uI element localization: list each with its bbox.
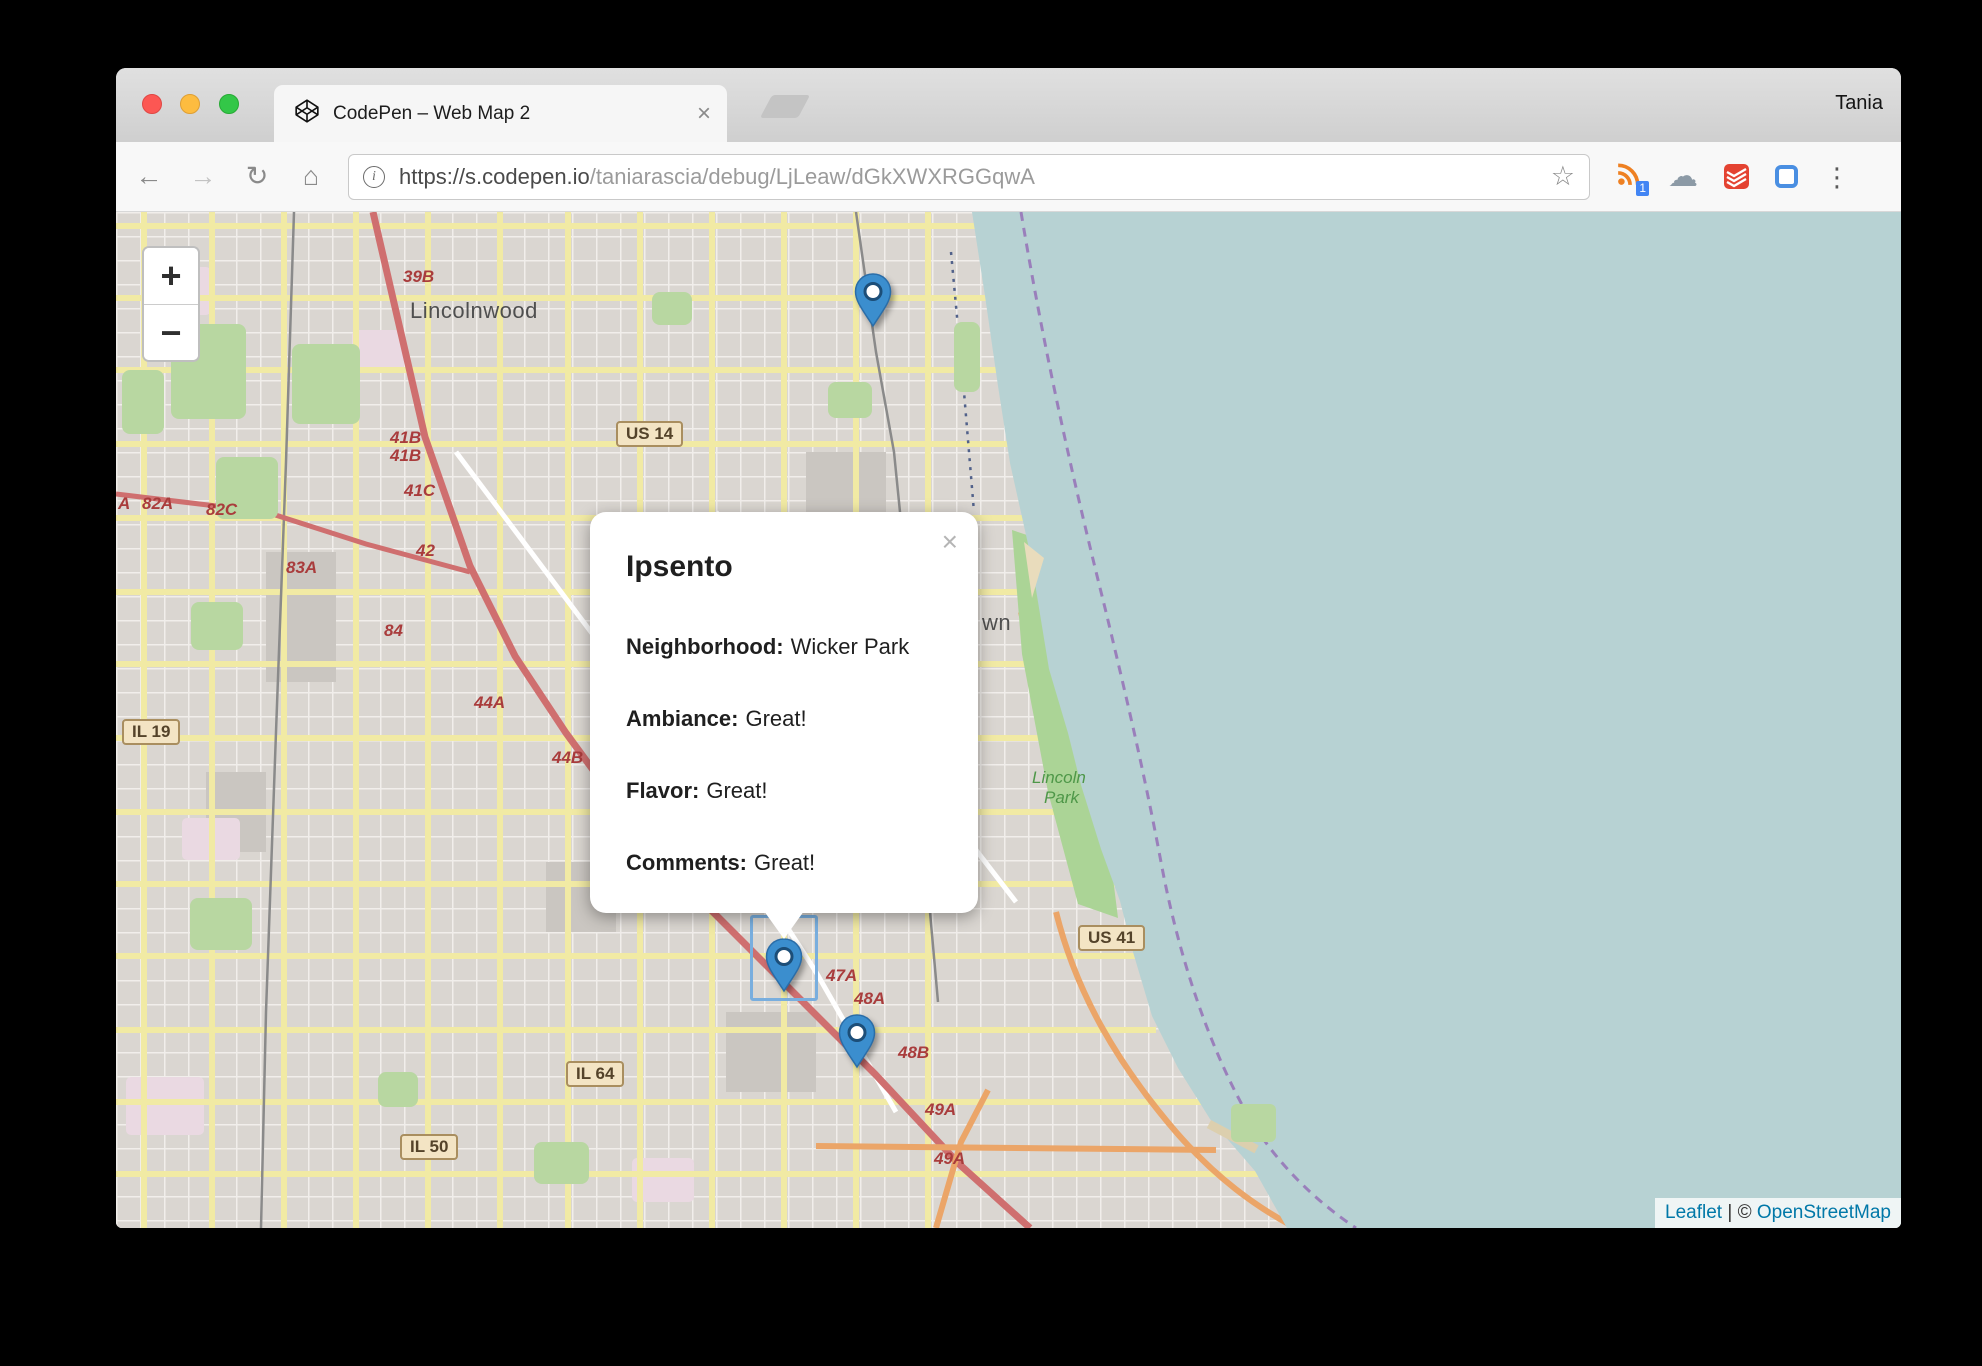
- exit-label: A: [118, 494, 130, 514]
- route-shield-us14: US 14: [616, 421, 683, 447]
- route-shield-il19: IL 19: [122, 719, 180, 745]
- tab-title: CodePen – Web Map 2: [333, 103, 697, 125]
- extension-badge: 1: [1636, 181, 1649, 196]
- exit-label: 47A: [826, 966, 857, 986]
- exit-label: 82A: [142, 494, 173, 514]
- exit-label: 49A: [925, 1100, 956, 1120]
- traffic-light-minimize[interactable]: [180, 94, 200, 114]
- field-label: Ambiance:: [626, 706, 738, 731]
- route-shield-il64: IL 64: [566, 1061, 624, 1087]
- field-label: Comments:: [626, 850, 747, 875]
- exit-label: 41B: [390, 446, 421, 466]
- exit-label: 44B: [552, 748, 583, 768]
- exit-label: 41C: [404, 481, 435, 501]
- page-info-icon[interactable]: i: [363, 166, 385, 188]
- popup-field-comments: Comments: Great!: [626, 850, 942, 876]
- place-label-partial: wn: [982, 610, 1011, 636]
- blue-square-extension-icon[interactable]: [1775, 165, 1798, 188]
- route-shield-il50: IL 50: [400, 1134, 458, 1160]
- url-host: https://s.codepen.io: [399, 164, 590, 189]
- url-path: /taniarascia/debug/LjLeaw/dGkXWXRGGqwA: [590, 164, 1035, 189]
- exit-label: 48B: [898, 1043, 929, 1063]
- popup-title: Ipsento: [626, 550, 942, 584]
- new-tab-button[interactable]: [760, 95, 810, 118]
- traffic-light-close[interactable]: [142, 94, 162, 114]
- leaflet-map[interactable]: Lincolnwood wn Lincoln Park US 14 IL 19 …: [116, 212, 1901, 1228]
- leaflet-link[interactable]: Leaflet: [1665, 1202, 1722, 1223]
- map-marker-north[interactable]: [853, 272, 893, 328]
- address-bar[interactable]: i https://s.codepen.io/taniarascia/debug…: [348, 154, 1590, 200]
- browser-tab[interactable]: CodePen – Web Map 2 ×: [274, 85, 727, 142]
- exit-label: 49A: [934, 1149, 965, 1169]
- field-label: Flavor:: [626, 778, 699, 803]
- popup-tail: [764, 911, 804, 939]
- back-icon[interactable]: ←: [134, 161, 164, 192]
- popup-field-flavor: Flavor: Great!: [626, 778, 942, 804]
- zoom-control: + −: [142, 246, 200, 362]
- exit-label: 44A: [474, 693, 505, 713]
- openstreetmap-link[interactable]: OpenStreetMap: [1757, 1202, 1891, 1223]
- route-shield-us41: US 41: [1078, 925, 1145, 951]
- attribution-separator: | ©: [1722, 1202, 1757, 1223]
- map-popup: × Ipsento Neighborhood: Wicker Park Ambia…: [590, 512, 978, 913]
- home-icon[interactable]: ⌂: [296, 161, 326, 192]
- field-value: Wicker Park: [791, 634, 910, 659]
- field-value: Great!: [754, 850, 815, 875]
- profile-name[interactable]: Tania: [1835, 92, 1883, 115]
- exit-label: 83A: [286, 558, 317, 578]
- forward-icon[interactable]: →: [188, 161, 218, 192]
- browser-toolbar: ← → ↻ ⌂ i https://s.codepen.io/taniarasc…: [116, 142, 1901, 212]
- exit-label: 84: [384, 621, 403, 641]
- exit-label: 48A: [854, 989, 885, 1009]
- field-value: Great!: [745, 706, 806, 731]
- zoom-out-button[interactable]: −: [144, 304, 198, 360]
- field-value: Great!: [706, 778, 767, 803]
- url-text[interactable]: https://s.codepen.io/taniarascia/debug/L…: [399, 164, 1539, 190]
- nav-buttons: ← → ↻ ⌂: [134, 161, 326, 192]
- map-tiles[interactable]: [116, 212, 1901, 1228]
- park-label-lincoln: Lincoln: [1032, 768, 1086, 788]
- exit-label: 42: [416, 541, 435, 561]
- codepen-icon: [294, 98, 320, 129]
- map-marker-south[interactable]: [837, 1013, 877, 1069]
- field-label: Neighborhood:: [626, 634, 784, 659]
- popup-field-ambiance: Ambiance: Great!: [626, 706, 942, 732]
- traffic-light-fullscreen[interactable]: [219, 94, 239, 114]
- park-label-park: Park: [1044, 788, 1079, 808]
- todoist-extension-icon[interactable]: [1724, 164, 1749, 189]
- popup-close-icon[interactable]: ×: [942, 528, 958, 556]
- cloud-extension-icon[interactable]: ☁: [1668, 162, 1698, 192]
- tab-strip: CodePen – Web Map 2 × Tania: [116, 68, 1901, 142]
- map-attribution: Leaflet | © OpenStreetMap: [1655, 1198, 1901, 1228]
- reload-icon[interactable]: ↻: [242, 161, 272, 192]
- place-label-lincolnwood: Lincolnwood: [410, 298, 538, 324]
- map-marker-ipsento[interactable]: [764, 937, 804, 993]
- popup-field-neighborhood: Neighborhood: Wicker Park: [626, 634, 942, 660]
- tab-close-icon[interactable]: ×: [697, 102, 711, 126]
- exit-label: 82C: [206, 500, 237, 520]
- exit-label: 41B: [390, 428, 421, 448]
- rss-extension-icon[interactable]: 1: [1616, 161, 1642, 192]
- bookmark-star-icon[interactable]: ☆: [1551, 161, 1575, 192]
- browser-menu-icon[interactable]: ⋮: [1824, 164, 1850, 190]
- exit-label: 39B: [403, 267, 434, 287]
- zoom-in-button[interactable]: +: [144, 248, 198, 304]
- extension-icons: 1 ☁ ⋮: [1616, 161, 1850, 192]
- browser-window: CodePen – Web Map 2 × Tania ← → ↻ ⌂ i ht…: [116, 68, 1901, 1228]
